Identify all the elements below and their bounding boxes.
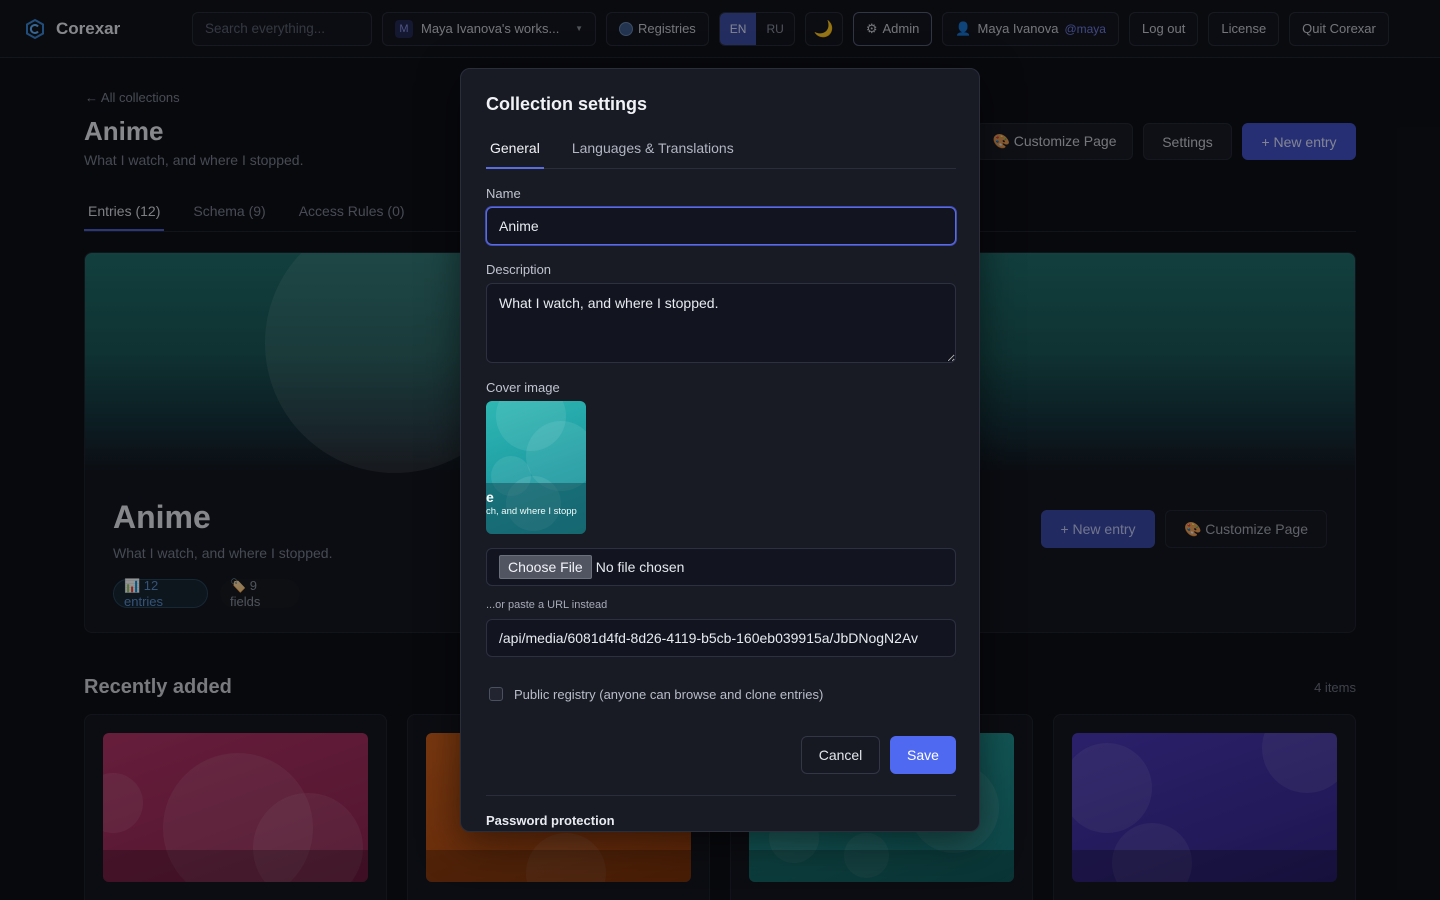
cover-preview-description: ch, and where I stopp	[486, 506, 577, 517]
cover-url-field[interactable]	[486, 619, 956, 657]
file-status: No file chosen	[595, 559, 685, 575]
cover-file-input[interactable]: Choose File No file chosen	[486, 548, 956, 586]
choose-file-button[interactable]: Choose File	[499, 555, 592, 579]
name-label: Name	[486, 186, 521, 201]
public-registry-label[interactable]: Public registry (anyone can browse and c…	[514, 687, 823, 702]
collection-settings-modal: Collection settings General Languages & …	[460, 68, 980, 832]
public-registry-checkbox[interactable]	[489, 687, 503, 701]
url-note: ...or paste a URL instead	[486, 599, 608, 611]
save-button[interactable]: Save	[890, 736, 956, 774]
cover-image-label: Cover image	[486, 380, 560, 395]
description-label: Description	[486, 262, 552, 277]
name-field[interactable]	[486, 207, 956, 245]
password-protection-heading: Password protection	[486, 813, 615, 828]
cancel-button[interactable]: Cancel	[801, 736, 880, 774]
modal-title: Collection settings	[486, 94, 648, 114]
modal-tabs: General Languages & Translations	[486, 137, 956, 169]
description-field[interactable]: What I watch, and where I stopped.	[486, 283, 956, 363]
tab-general[interactable]: General	[486, 137, 544, 169]
cover-preview-title: e	[486, 489, 494, 505]
tab-languages-translations[interactable]: Languages & Translations	[568, 137, 738, 169]
section-divider	[486, 795, 956, 796]
cover-image-preview: e ch, and where I stopp	[486, 401, 586, 534]
